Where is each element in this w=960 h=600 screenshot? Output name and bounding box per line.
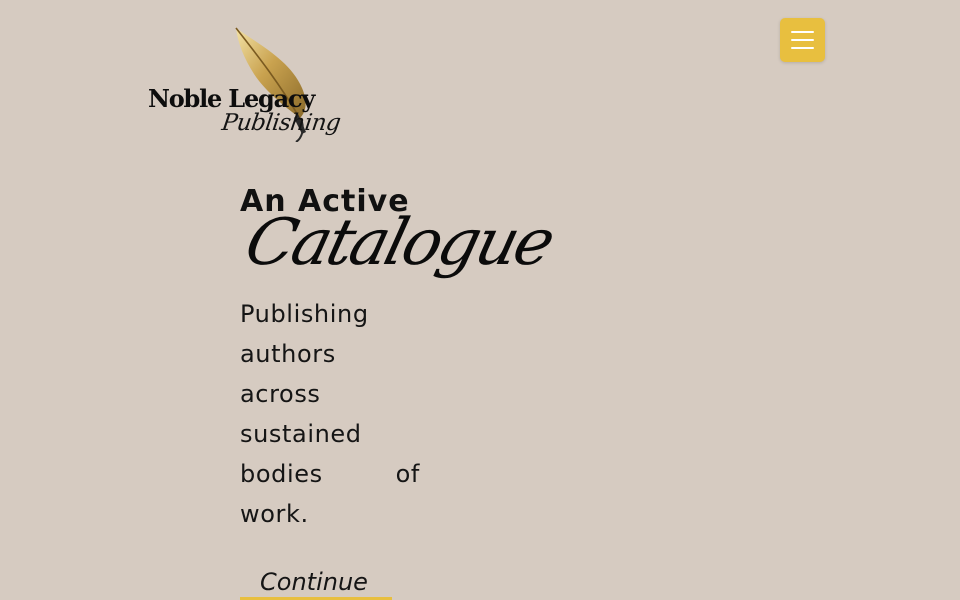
hamburger-line xyxy=(791,47,814,49)
hamburger-line xyxy=(791,31,814,33)
logo-name: Noble Legacy xyxy=(148,84,315,113)
continue-button[interactable]: Continue xyxy=(240,564,392,600)
hero-script-title: Catalogue xyxy=(238,206,560,280)
continue-button-label: Continue xyxy=(260,568,368,596)
hamburger-line xyxy=(791,39,814,41)
brand-logo[interactable]: Noble Legacy Publishing xyxy=(146,26,342,148)
page: Noble Legacy Publishing An Active Catalo… xyxy=(0,0,960,600)
hero-description: Publishing authors across sustained bodi… xyxy=(240,300,420,528)
logo-subtitle: Publishing xyxy=(220,110,343,136)
hamburger-menu-button[interactable] xyxy=(780,18,825,62)
